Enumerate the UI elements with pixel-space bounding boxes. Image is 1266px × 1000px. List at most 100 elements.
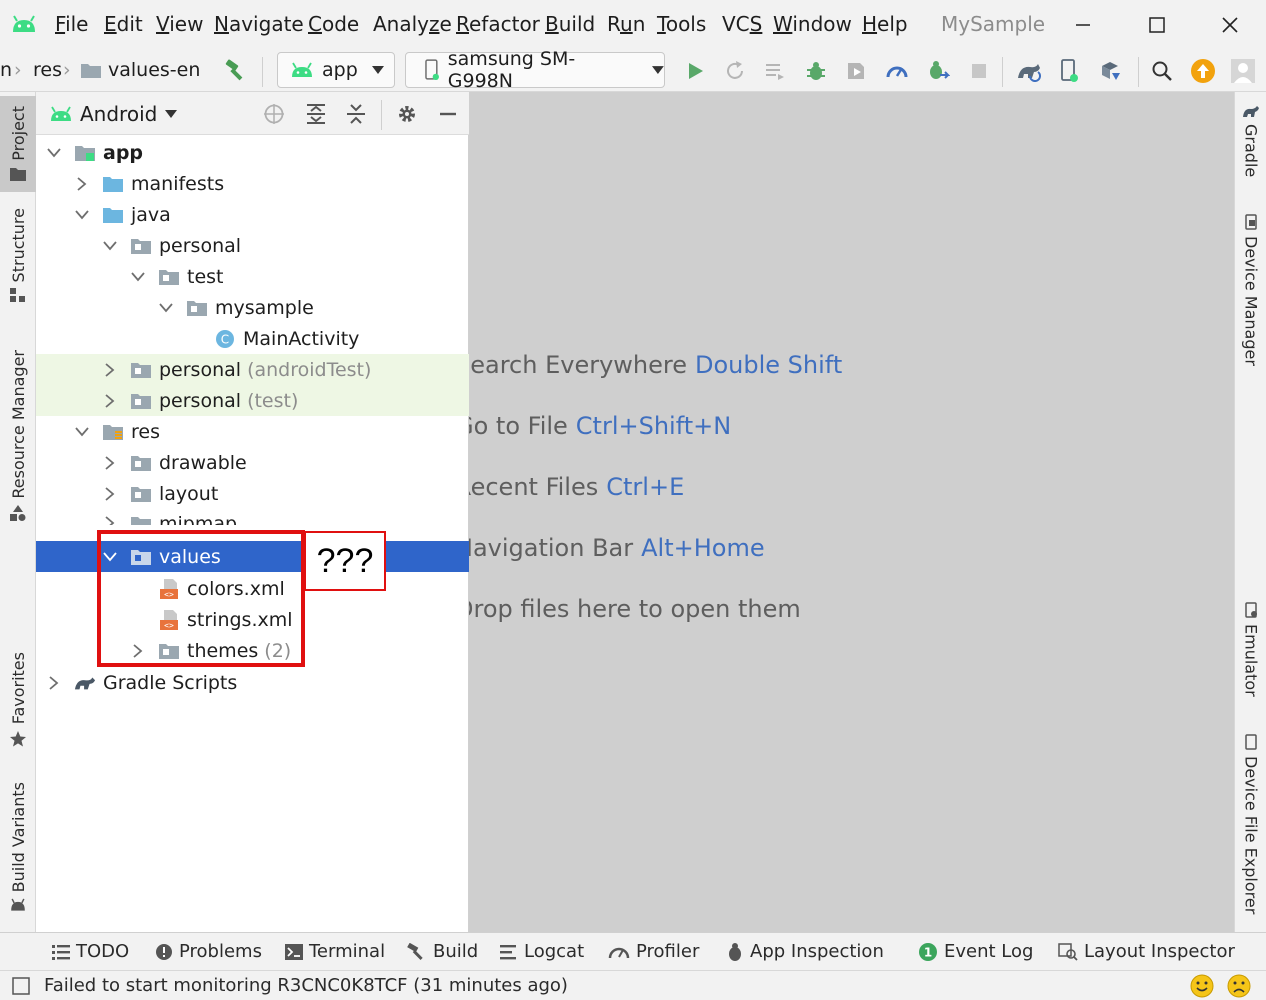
menu-refactor[interactable]: Refactor bbox=[456, 12, 540, 36]
debug-button[interactable] bbox=[802, 57, 830, 85]
run-configuration-select[interactable]: app bbox=[277, 52, 395, 88]
tab-problems[interactable]: Problems bbox=[155, 941, 262, 962]
tab-emulator[interactable]: Emulator bbox=[1235, 602, 1266, 702]
menu-view[interactable]: View bbox=[156, 12, 203, 36]
expand-all-button[interactable] bbox=[302, 100, 330, 128]
chevron-down-icon[interactable] bbox=[74, 207, 90, 223]
project-settings-button[interactable] bbox=[393, 100, 421, 128]
maximize-button[interactable] bbox=[1134, 8, 1180, 42]
breadcrumb-item[interactable]: values-en bbox=[80, 59, 200, 81]
info-circle-icon bbox=[156, 943, 172, 960]
feedback-sad-button[interactable] bbox=[1227, 974, 1251, 1000]
device-select[interactable]: samsung SM-G998N bbox=[405, 48, 665, 92]
tab-device-file-explorer[interactable]: Device File Explorer bbox=[1235, 734, 1266, 924]
tree-node-package-test[interactable]: test bbox=[36, 261, 469, 292]
menu-vcs[interactable]: VCS bbox=[722, 12, 762, 36]
menu-build[interactable]: Build bbox=[545, 12, 595, 36]
chevron-right-icon[interactable] bbox=[102, 486, 118, 502]
breadcrumb-item[interactable]: n bbox=[0, 59, 12, 81]
chevron-right-icon[interactable] bbox=[102, 515, 118, 525]
tab-profiler[interactable]: Profiler bbox=[608, 941, 699, 962]
breadcrumb-item[interactable]: res bbox=[33, 59, 62, 81]
apply-code-changes-button[interactable] bbox=[761, 57, 789, 85]
chevron-down-icon[interactable] bbox=[102, 238, 118, 254]
tree-node-layout[interactable]: layout bbox=[36, 478, 469, 509]
tree-node-manifests[interactable]: manifests bbox=[36, 168, 469, 199]
tree-node-label: mipmap bbox=[159, 513, 238, 525]
tab-logcat[interactable]: Logcat bbox=[500, 941, 584, 962]
tree-node-package-personal-androidtest[interactable]: personal (androidTest) bbox=[36, 354, 469, 385]
chevron-right-icon[interactable] bbox=[46, 675, 62, 691]
tab-project[interactable]: Project bbox=[0, 96, 36, 192]
minimize-button[interactable] bbox=[1060, 8, 1106, 42]
chevron-down-icon[interactable] bbox=[130, 269, 146, 285]
menu-tools[interactable]: Tools bbox=[657, 12, 706, 36]
tree-node-package-mysample[interactable]: mysample bbox=[36, 292, 469, 323]
tab-todo[interactable]: TODO bbox=[52, 941, 129, 962]
sync-gradle-button[interactable] bbox=[1015, 57, 1043, 85]
hide-panel-button[interactable] bbox=[434, 100, 462, 128]
stop-button[interactable] bbox=[965, 57, 993, 85]
chevron-down-icon[interactable] bbox=[74, 424, 90, 440]
tree-node-mainactivity[interactable]: C MainActivity bbox=[36, 323, 469, 354]
run-with-coverage-button[interactable] bbox=[842, 57, 870, 85]
tree-node-gradle-scripts[interactable]: Gradle Scripts bbox=[36, 667, 469, 698]
apply-changes-restart-button[interactable] bbox=[721, 57, 749, 85]
gradle-icon bbox=[1243, 106, 1259, 117]
tab-build-variants[interactable]: Build Variants bbox=[0, 782, 36, 912]
attach-debugger-button[interactable] bbox=[924, 57, 952, 85]
menu-analyze[interactable]: Analyze bbox=[373, 12, 452, 36]
tab-layout-inspector[interactable]: Layout Inspector bbox=[1058, 941, 1235, 962]
tree-node-app[interactable]: app bbox=[36, 137, 469, 168]
smiley-sad-icon bbox=[1227, 974, 1251, 998]
close-window-button[interactable] bbox=[1207, 8, 1253, 42]
menu-navigate[interactable]: Navigate bbox=[214, 12, 304, 36]
toggle-tool-windows-button[interactable] bbox=[12, 977, 30, 999]
tree-node-mipmap[interactable]: mipmap bbox=[36, 509, 469, 525]
feedback-happy-button[interactable] bbox=[1190, 974, 1214, 1000]
menu-run[interactable]: Run bbox=[607, 12, 645, 36]
expand-all-icon bbox=[307, 104, 325, 124]
account-button[interactable] bbox=[1229, 57, 1257, 85]
run-app-button[interactable] bbox=[681, 57, 709, 85]
tab-terminal[interactable]: Terminal bbox=[285, 941, 385, 962]
collapse-all-button[interactable] bbox=[342, 100, 370, 128]
menu-help[interactable]: Help bbox=[862, 12, 908, 36]
chevron-right-icon[interactable] bbox=[102, 362, 118, 378]
device-manager-button[interactable] bbox=[1056, 57, 1084, 85]
tab-device-manager[interactable]: Device Manager bbox=[1235, 214, 1266, 374]
project-panel-header: Android bbox=[36, 92, 469, 135]
status-bar: Failed to start monitoring R3CNC0K8TCF (… bbox=[0, 970, 1266, 1000]
tab-build[interactable]: Build bbox=[407, 941, 478, 962]
update-available-button[interactable] bbox=[1189, 57, 1217, 85]
tab-structure[interactable]: Structure bbox=[0, 208, 36, 318]
menu-edit[interactable]: Edit bbox=[104, 12, 143, 36]
tree-node-package-personal-test[interactable]: personal (test) bbox=[36, 385, 469, 416]
editor-empty-area[interactable]: Search Everywhere Double Shift Go to File… bbox=[469, 92, 1234, 932]
profile-button[interactable] bbox=[883, 57, 911, 85]
menu-window[interactable]: Window bbox=[773, 12, 852, 36]
project-view-select[interactable]: Android bbox=[50, 102, 178, 126]
tree-node-package-personal[interactable]: personal bbox=[36, 230, 469, 261]
tab-gradle[interactable]: Gradle bbox=[1235, 104, 1266, 194]
status-message[interactable]: Failed to start monitoring R3CNC0K8TCF (… bbox=[44, 975, 568, 996]
tab-resource-manager[interactable]: Resource Manager bbox=[0, 350, 36, 530]
chevron-down-icon[interactable] bbox=[46, 145, 62, 161]
sdk-manager-button[interactable] bbox=[1097, 57, 1125, 85]
make-project-button[interactable] bbox=[221, 57, 249, 85]
select-opened-file-button[interactable] bbox=[260, 100, 288, 128]
tree-node-res[interactable]: res bbox=[36, 416, 469, 447]
tree-node-java[interactable]: java bbox=[36, 199, 469, 230]
tab-app-inspection[interactable]: App Inspection bbox=[726, 941, 884, 962]
chevron-right-icon[interactable] bbox=[102, 455, 118, 471]
menu-file[interactable]: File bbox=[55, 12, 88, 36]
chevron-right-icon[interactable] bbox=[102, 393, 118, 409]
tree-node-drawable[interactable]: drawable bbox=[36, 447, 469, 478]
tab-favorites[interactable]: Favorites bbox=[0, 652, 36, 752]
tab-event-log[interactable]: 1 Event Log bbox=[918, 941, 1033, 962]
star-icon bbox=[10, 731, 26, 747]
search-everywhere-button[interactable] bbox=[1148, 57, 1176, 85]
chevron-right-icon[interactable] bbox=[74, 176, 90, 192]
chevron-down-icon[interactable] bbox=[158, 300, 174, 316]
menu-code[interactable]: Code bbox=[308, 12, 359, 36]
